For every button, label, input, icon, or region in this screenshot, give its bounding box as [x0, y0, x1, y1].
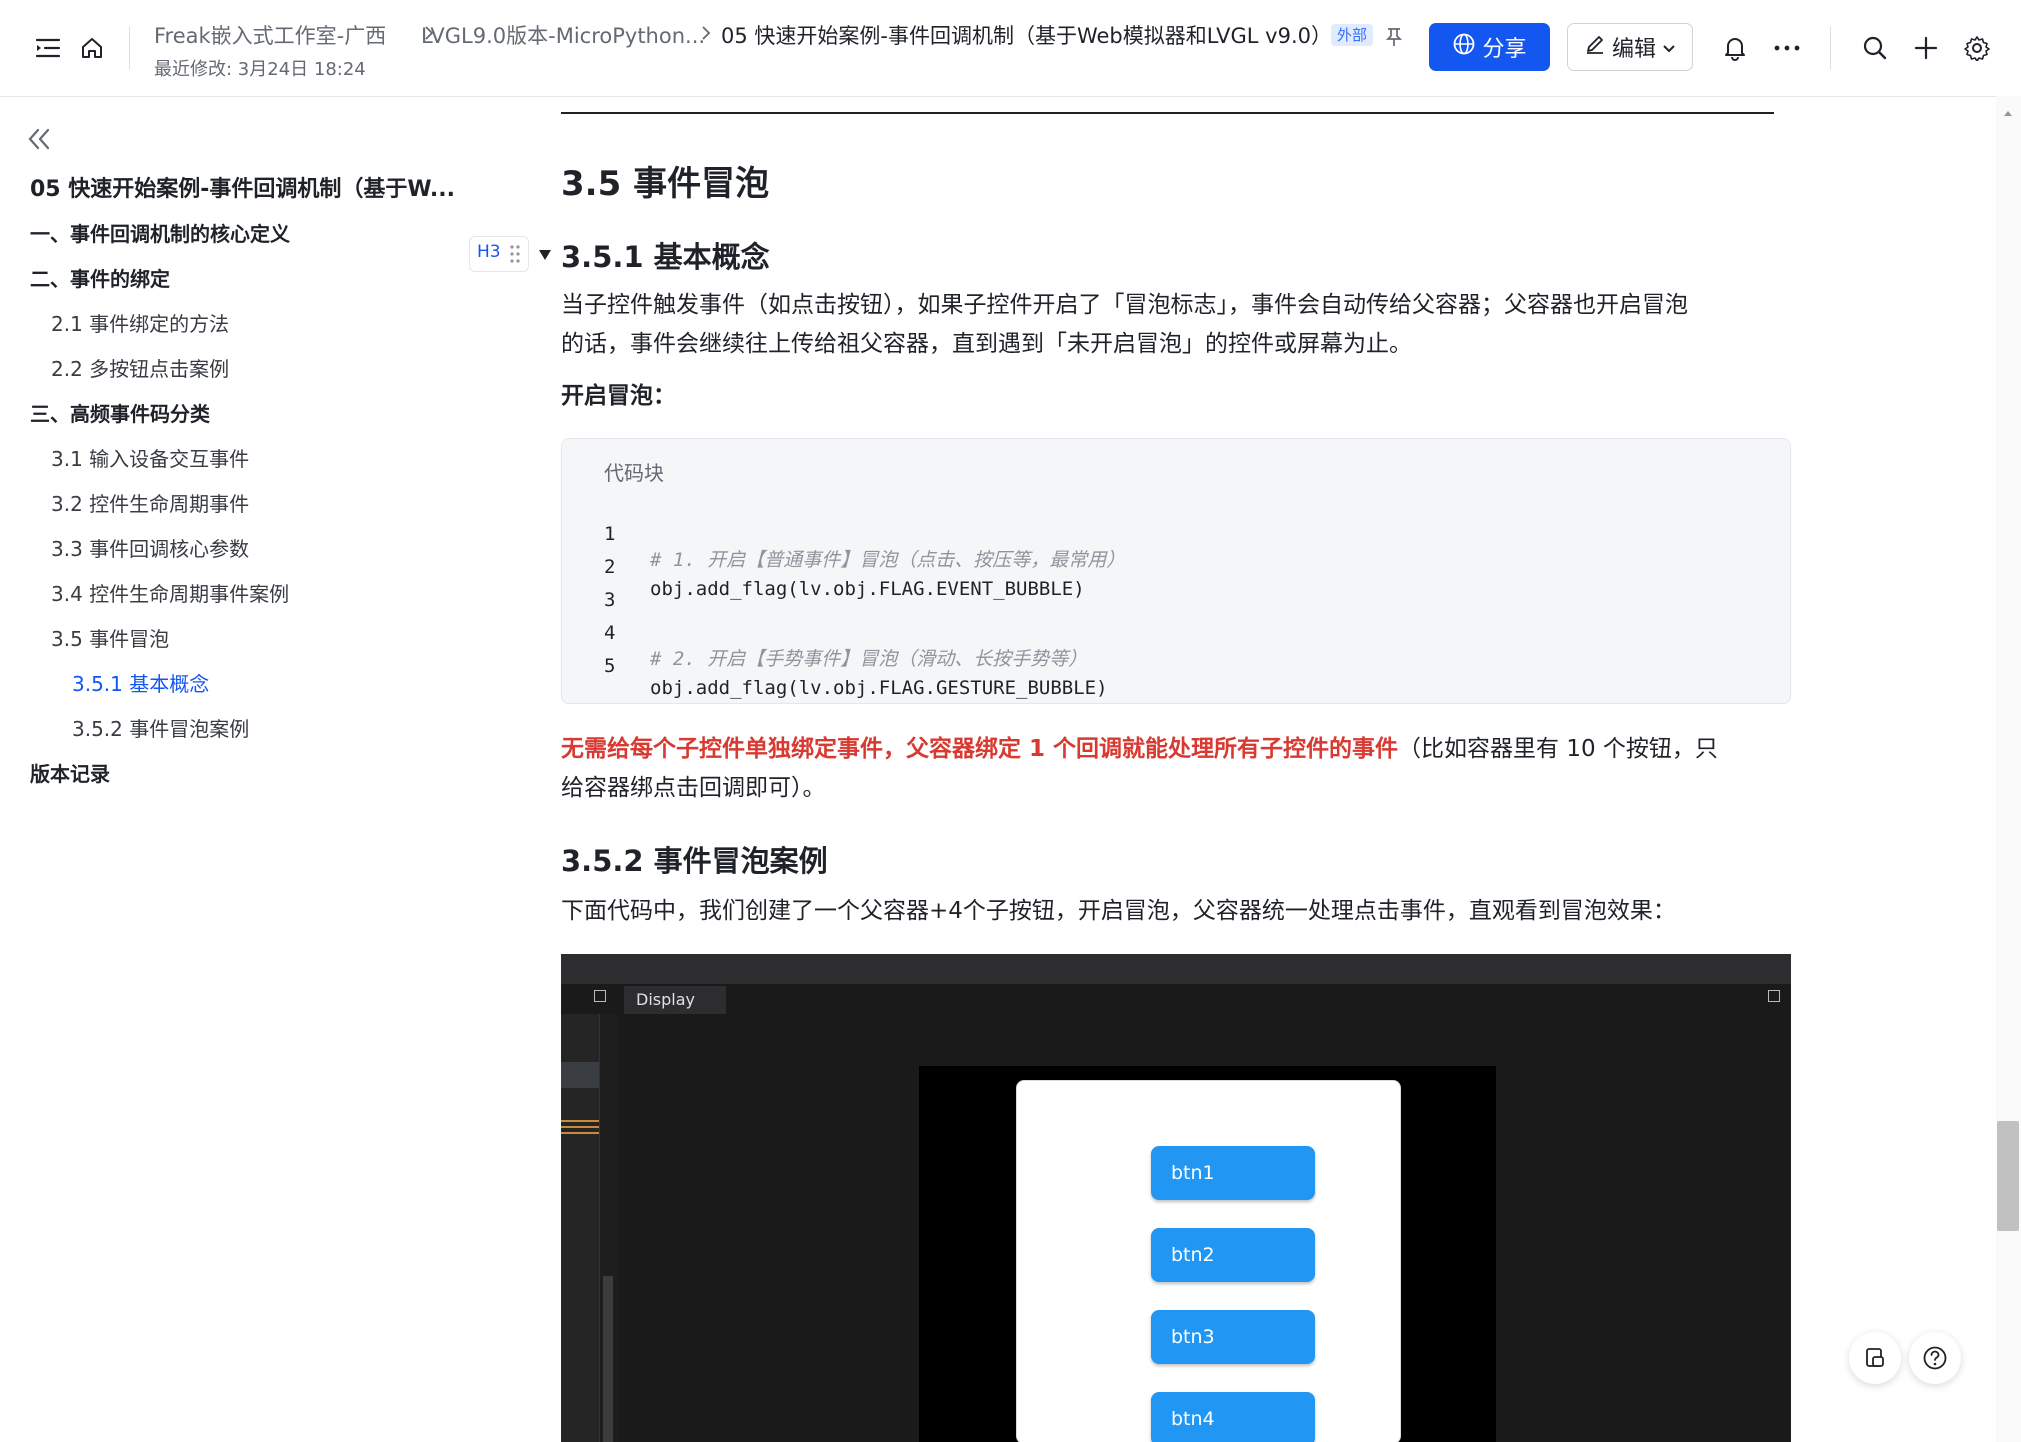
highlight-paragraph-line: 无需给每个子控件单独绑定事件，父容器绑定 1 个回调就能处理所有子控件的事件（比…: [561, 730, 1718, 769]
toc-item[interactable]: 2.1 事件绑定的方法: [51, 308, 229, 337]
share-label: 分享: [1482, 37, 1527, 62]
toc-item[interactable]: 一、事件回调机制的核心定义: [30, 218, 290, 247]
toggle-outline-icon[interactable]: [30, 30, 66, 66]
collapse-sidebar-icon[interactable]: [26, 126, 56, 156]
gear-icon[interactable]: [1959, 30, 1995, 66]
display-tab-label: Display: [636, 990, 695, 1009]
page-scrollbar[interactable]: [1996, 96, 2021, 1442]
code-block[interactable]: 代码块 1 # 1. 开启【普通事件】冒泡（点击、按压等，最常用） 2 obj.…: [561, 438, 1791, 704]
lvgl-button: btn3: [1151, 1310, 1315, 1364]
red-highlight-text: 无需给每个子控件单独绑定事件，父容器绑定 1 个回调就能处理所有子控件的事件: [561, 736, 1399, 762]
bold-label: 开启冒泡：: [561, 383, 676, 409]
divider: [1830, 26, 1831, 70]
help-icon[interactable]: [1909, 1332, 1961, 1384]
toc-item[interactable]: 3.4 控件生命周期事件案例: [51, 578, 289, 607]
toc-item-active[interactable]: 3.5.1 基本概念: [72, 668, 209, 697]
toc-item[interactable]: 版本记录: [30, 758, 110, 787]
external-badge: 外部: [1331, 24, 1374, 46]
chevron-right-icon: [697, 22, 715, 44]
window-square-icon: [594, 990, 606, 1002]
side-scrollbar-thumb: [603, 1276, 613, 1442]
side-panel-mark: [561, 1132, 599, 1134]
edit-button[interactable]: 编辑: [1567, 23, 1693, 71]
section-heading: 3.5 事件冒泡: [561, 164, 770, 204]
collapse-triangle-icon[interactable]: [538, 246, 552, 265]
toc-item[interactable]: 二、事件的绑定: [30, 263, 170, 292]
simulator-toolbar: [561, 954, 1791, 984]
heading-level-badge: H3: [477, 242, 501, 262]
pin-icon[interactable]: [1376, 19, 1412, 55]
home-icon[interactable]: [74, 30, 110, 66]
template-icon[interactable]: [1849, 1332, 1901, 1384]
lvgl-button: btn2: [1151, 1228, 1315, 1282]
window-square-icon: [1768, 990, 1780, 1002]
side-panel-mark: [561, 1126, 599, 1128]
code-comment: # 1. 开启【普通事件】冒泡（点击、按压等，最常用）: [650, 549, 1126, 571]
horizontal-rule: [561, 112, 1774, 114]
code-line: 1 # 1. 开启【普通事件】冒泡（点击、按压等，最常用）: [562, 501, 1125, 571]
paragraph-text: （比如容器里有 10 个按钮，只: [1398, 736, 1718, 762]
toc-doc-title[interactable]: 05 快速开始案例-事件回调机制（基于W...: [30, 171, 455, 203]
last-modified: 最近修改: 3月24日 18:24: [154, 59, 366, 80]
page-scrollbar-thumb[interactable]: [1997, 1121, 2019, 1231]
divider: [129, 26, 130, 70]
breadcrumb-workspace[interactable]: Freak嵌入式工作室-广西: [154, 20, 386, 50]
top-bar: Freak嵌入式工作室-广西 LVGL9.0版本-MicroPython... …: [0, 0, 2021, 97]
breadcrumb-current-doc[interactable]: 05 快速开始案例-事件回调机制（基于Web模拟器和LVGL v9.0）: [721, 20, 1332, 50]
toc-item[interactable]: 3.2 控件生命周期事件: [51, 488, 249, 517]
code-text: obj.add_flag(lv.obj.FLAG.EVENT_BUBBLE): [650, 578, 1085, 600]
code-comment: # 2. 开启【手势事件】冒泡（滑动、长按手势等）: [650, 648, 1088, 670]
code-line: 2 obj.add_flag(lv.obj.FLAG.EVENT_BUBBLE): [562, 534, 1085, 600]
paragraph-line: 的话，事件会继续往上传给祖父容器，直到遇到「未开启冒泡」的控件或屏幕为止。: [561, 331, 1412, 357]
toc-item[interactable]: 3.5 事件冒泡: [51, 623, 169, 652]
plus-icon[interactable]: [1908, 30, 1944, 66]
pencil-icon: [1584, 33, 1606, 61]
code-text: obj.add_flag(lv.obj.FLAG.GESTURE_BUBBLE): [650, 677, 1108, 699]
scroll-up-arrow-icon[interactable]: [2003, 102, 2013, 121]
toc-item[interactable]: 三、高频事件码分类: [30, 398, 210, 427]
paragraph-line: 当子控件触发事件（如点击按钮），如果子控件开启了「冒泡标志」，事件会自动传给父容…: [561, 292, 1688, 318]
code-line: 3: [562, 567, 615, 611]
share-button[interactable]: 分享: [1429, 23, 1550, 71]
toc-item[interactable]: 3.5.2 事件冒泡案例: [72, 713, 249, 742]
display-tab: Display: [624, 986, 726, 1014]
side-panel-mark: [561, 1120, 599, 1122]
lvgl-button: btn4: [1151, 1392, 1315, 1442]
chevron-down-icon: [1662, 35, 1676, 60]
code-line: 4 # 2. 开启【手势事件】冒泡（滑动、长按手势等）: [562, 600, 1087, 670]
code-line: 5 obj.add_flag(lv.obj.FLAG.GESTURE_BUBBL…: [562, 633, 1108, 699]
side-panel-row: [561, 1062, 599, 1088]
paragraph-line: 给容器绑点击回调即可）。: [561, 775, 826, 801]
code-block-title: 代码块: [604, 461, 664, 485]
globe-icon: [1452, 32, 1476, 62]
breadcrumb-folder-label[interactable]: LVGL9.0版本-MicroPython...: [421, 20, 705, 50]
edit-label: 编辑: [1611, 37, 1656, 62]
drag-handle-icon[interactable]: [510, 244, 520, 268]
embedded-screenshot: Display btn1 btn2 btn3 btn4: [561, 954, 1791, 1442]
subsection-heading: 3.5.1 基本概念: [561, 240, 770, 274]
block-handle[interactable]: H3: [469, 236, 529, 272]
subsection-heading: 3.5.2 事件冒泡案例: [561, 844, 828, 878]
more-icon[interactable]: [1769, 30, 1805, 66]
toc-item[interactable]: 2.2 多按钮点击案例: [51, 353, 229, 382]
search-icon[interactable]: [1857, 30, 1893, 66]
paragraph-line: 下面代码中，我们创建了一个父容器+4个子按钮，开启冒泡，父容器统一处理点击事件，…: [561, 898, 1676, 924]
line-number: 5: [604, 655, 616, 677]
lvgl-button: btn1: [1151, 1146, 1315, 1200]
toc-item[interactable]: 3.1 输入设备交互事件: [51, 443, 249, 472]
toc-item[interactable]: 3.3 事件回调核心参数: [51, 533, 249, 562]
bell-icon[interactable]: [1717, 30, 1753, 66]
